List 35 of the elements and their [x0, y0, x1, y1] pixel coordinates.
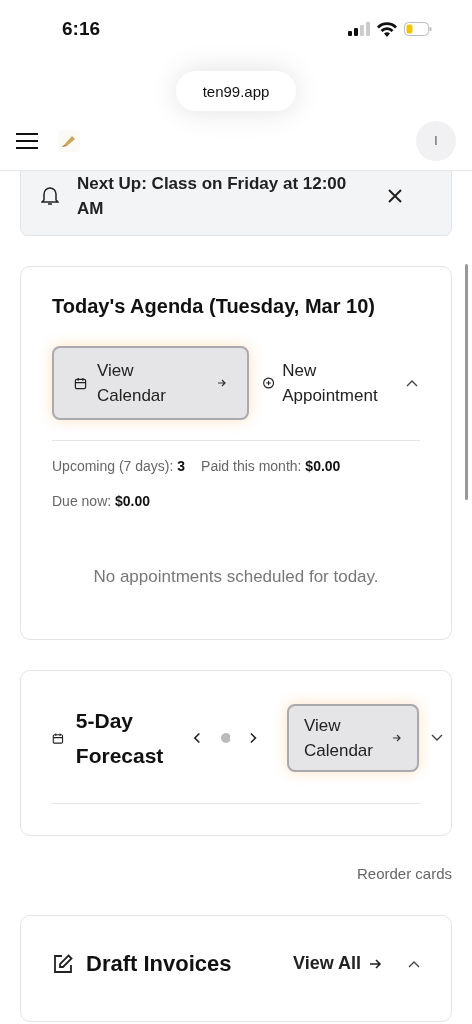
- stat-text: Upcoming (7 days): 3: [52, 457, 186, 476]
- stat-text: Due now: $0.00: [52, 492, 151, 511]
- calendar-icon: [52, 731, 64, 745]
- menu-icon[interactable]: [16, 132, 38, 150]
- view-calendar-button[interactable]: View Calendar: [52, 346, 249, 420]
- chevron-right-icon[interactable]: [249, 732, 257, 744]
- chevron-up-icon[interactable]: [406, 379, 418, 387]
- empty-message: No appointments scheduled for today.: [92, 567, 380, 587]
- url-bar[interactable]: ten99.app: [176, 71, 296, 111]
- reorder-cards-link[interactable]: Reorder cards: [356, 865, 452, 882]
- plus-circle-icon: [263, 377, 275, 389]
- arrow-right-icon: [217, 378, 227, 388]
- card-title: Today's Agenda (Tuesday, Mar 10): [52, 294, 376, 319]
- chevron-down-icon[interactable]: [431, 734, 443, 742]
- card-title: Draft Invoices: [86, 950, 232, 978]
- new-appointment-button[interactable]: New Appointment: [263, 358, 406, 408]
- chevron-up-icon[interactable]: [408, 959, 420, 968]
- stat-text: Paid this month: $0.00: [201, 457, 341, 476]
- edit-icon: [52, 952, 74, 975]
- view-all-link[interactable]: View All: [292, 953, 382, 974]
- card-title: 5-Day Forecast: [75, 708, 164, 769]
- arrow-right-icon: [392, 733, 402, 743]
- clock-time: 6:16: [62, 18, 101, 40]
- signal-icon: [348, 22, 370, 36]
- arrow-right-icon: [369, 957, 382, 970]
- user-avatar[interactable]: I: [416, 121, 456, 161]
- battery-icon: [404, 22, 432, 36]
- bell-icon: [41, 186, 59, 206]
- view-calendar-button[interactable]: View Calendar: [287, 704, 419, 772]
- banner-message: Next Up: Class on Friday at 12:00 AM: [77, 173, 348, 220]
- wifi-icon: [377, 21, 397, 37]
- calendar-icon: [74, 376, 87, 390]
- scrollbar[interactable]: [465, 264, 468, 500]
- close-icon[interactable]: [387, 188, 403, 204]
- chevron-left-icon[interactable]: [193, 732, 201, 744]
